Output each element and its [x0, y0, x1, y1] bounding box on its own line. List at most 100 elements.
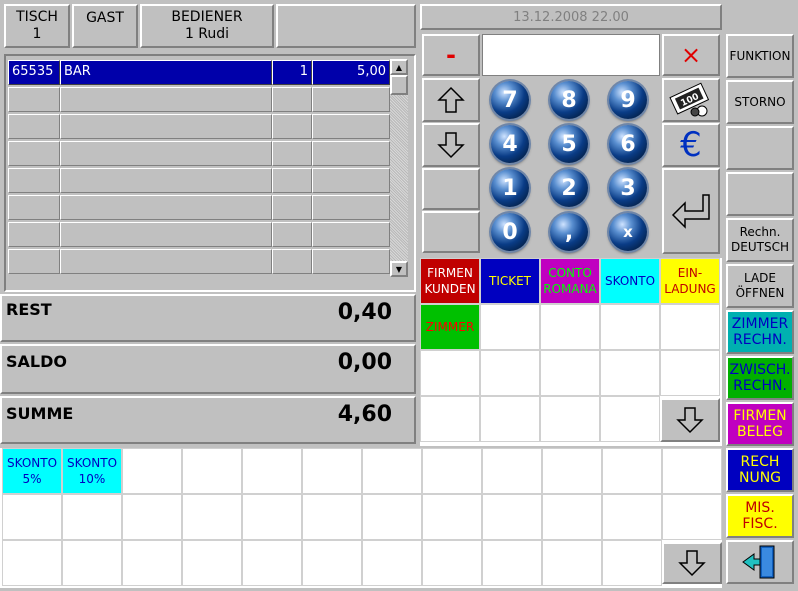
numpad-key-2[interactable]: 2 [550, 169, 588, 207]
sidebar-button[interactable]: LADE ÖFFNEN [726, 264, 794, 308]
discount-tile-empty[interactable] [242, 494, 302, 540]
discount-tile-empty[interactable] [62, 494, 122, 540]
keypad-empty-button-2[interactable] [422, 211, 480, 253]
sidebar-button[interactable]: Rechn. DEUTSCH [726, 218, 794, 262]
numpad-key-5[interactable]: 5 [550, 125, 588, 163]
payment-tile-empty[interactable] [600, 304, 660, 350]
enter-button[interactable] [662, 168, 720, 254]
sidebar-button[interactable] [726, 172, 794, 216]
discount-tile-empty[interactable] [362, 540, 422, 586]
payment-tile[interactable]: SKONTO [600, 258, 660, 304]
payment-tile-empty[interactable] [600, 350, 660, 396]
payment-tile-empty[interactable] [480, 304, 540, 350]
header-empty-button[interactable] [276, 4, 416, 48]
discount-tile-empty[interactable] [302, 494, 362, 540]
payment-tile-empty[interactable] [540, 396, 600, 442]
payment-tile-empty[interactable] [480, 396, 540, 442]
payment-tile[interactable]: EIN- LADUNG [660, 258, 720, 304]
discount-tile-empty[interactable] [362, 448, 422, 494]
payment-tile-empty[interactable] [540, 304, 600, 350]
exit-button[interactable] [726, 540, 794, 584]
numpad-key-comma[interactable]: , [550, 213, 588, 251]
discount-tile-empty[interactable] [662, 494, 722, 540]
scroll-down-icon[interactable]: ▼ [390, 261, 408, 277]
table-row[interactable] [8, 141, 390, 166]
table-row[interactable]: 65535 BAR 1 5,00 [8, 60, 390, 85]
payment-tile[interactable]: CONTO ROMANA [540, 258, 600, 304]
keypad-empty-button-1[interactable] [422, 168, 480, 210]
discount-tile-empty[interactable] [602, 448, 662, 494]
amount-input[interactable] [482, 34, 660, 76]
table-row[interactable] [8, 168, 390, 193]
arrow-up-button[interactable] [422, 78, 480, 122]
discount-tile-empty[interactable] [242, 540, 302, 586]
discount-tile-empty[interactable] [302, 448, 362, 494]
discount-tile-empty[interactable] [62, 540, 122, 586]
sidebar-button[interactable]: FIRMEN BELEG [726, 402, 794, 446]
payment-tile[interactable]: FIRMEN KUNDEN [420, 258, 480, 304]
payment-tile-empty[interactable] [600, 396, 660, 442]
discount-tile-empty[interactable] [122, 494, 182, 540]
sidebar-button[interactable]: ZIMMER RECHN. [726, 310, 794, 354]
discount-tile-empty[interactable] [122, 540, 182, 586]
discount-tile-empty[interactable] [302, 540, 362, 586]
discount-tile-empty[interactable] [2, 540, 62, 586]
scroll-up-icon[interactable]: ▲ [390, 59, 408, 75]
discount-tile-empty[interactable] [602, 540, 662, 586]
minus-button[interactable]: - [422, 34, 480, 76]
numpad-key-7[interactable]: 7 [491, 81, 529, 119]
discount-tile-empty[interactable] [122, 448, 182, 494]
discount-scroll-down-button[interactable] [662, 542, 722, 584]
discount-tile[interactable]: SKONTO 10% [62, 448, 122, 494]
table-row[interactable] [8, 87, 390, 112]
table-row[interactable] [8, 195, 390, 220]
sidebar-button[interactable]: RECH NUNG [726, 448, 794, 492]
payment-tile-empty[interactable] [480, 350, 540, 396]
table-button[interactable]: TISCH 1 [4, 4, 70, 48]
numpad-key-9[interactable]: 9 [609, 81, 647, 119]
discount-tile-empty[interactable] [542, 494, 602, 540]
numpad-key-0[interactable]: 0 [491, 213, 529, 251]
table-row[interactable] [8, 249, 390, 274]
payment-scroll-down-button[interactable] [660, 398, 720, 442]
scroll-thumb[interactable] [390, 75, 408, 95]
payment-tile-empty[interactable] [540, 350, 600, 396]
sidebar-button[interactable]: FUNKTION [726, 34, 794, 78]
euro-button[interactable]: € [662, 123, 720, 167]
arrow-down-button[interactable] [422, 123, 480, 167]
sidebar-button[interactable]: STORNO [726, 80, 794, 124]
discount-tile-empty[interactable] [182, 448, 242, 494]
numpad-key-4[interactable]: 4 [491, 125, 529, 163]
discount-tile-empty[interactable] [422, 494, 482, 540]
table-row[interactable] [8, 222, 390, 247]
numpad-key-3[interactable]: 3 [609, 169, 647, 207]
discount-tile-empty[interactable] [422, 448, 482, 494]
sidebar-button[interactable]: MIS. FISC. [726, 494, 794, 538]
discount-tile-empty[interactable] [182, 540, 242, 586]
cash-button[interactable]: 100 [662, 78, 720, 122]
payment-tile-empty[interactable] [660, 304, 720, 350]
numpad-key-x[interactable]: x [609, 213, 647, 251]
waiter-button[interactable]: BEDIENER 1 Rudi [140, 4, 274, 48]
payment-tile-empty[interactable] [420, 350, 480, 396]
discount-tile-empty[interactable] [542, 540, 602, 586]
sidebar-button[interactable]: ZWISCH. RECHN. [726, 356, 794, 400]
discount-tile-empty[interactable] [182, 494, 242, 540]
discount-tile-empty[interactable] [482, 494, 542, 540]
discount-tile-empty[interactable] [242, 448, 302, 494]
numpad-key-6[interactable]: 6 [609, 125, 647, 163]
numpad-key-1[interactable]: 1 [491, 169, 529, 207]
order-scrollbar[interactable]: ▲ ▼ [390, 59, 408, 277]
discount-tile[interactable]: SKONTO 5% [2, 448, 62, 494]
discount-tile-empty[interactable] [362, 494, 422, 540]
payment-tile[interactable]: ZIMMER [420, 304, 480, 350]
table-row[interactable] [8, 114, 390, 139]
guest-button[interactable]: GAST [72, 4, 138, 48]
payment-tile-empty[interactable] [420, 396, 480, 442]
discount-tile-empty[interactable] [482, 540, 542, 586]
sidebar-button[interactable] [726, 126, 794, 170]
discount-tile-empty[interactable] [2, 494, 62, 540]
discount-tile-empty[interactable] [482, 448, 542, 494]
discount-tile-empty[interactable] [602, 494, 662, 540]
payment-tile-empty[interactable] [660, 350, 720, 396]
